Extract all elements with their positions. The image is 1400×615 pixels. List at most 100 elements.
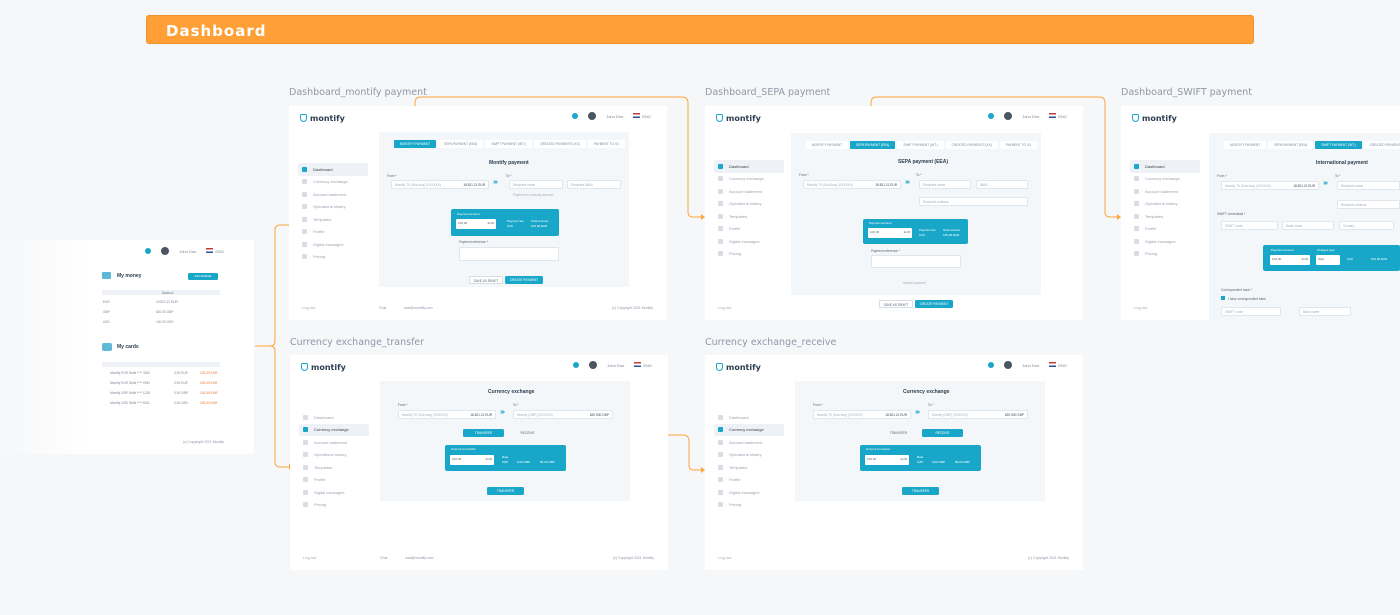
sidebar-item-exchange[interactable]: Currency exchange (714, 423, 784, 436)
transfer-button[interactable]: TRANSFER (902, 487, 939, 495)
tab-created[interactable]: CREATED PAYMENTS (XX) (1363, 141, 1400, 149)
receive-tab[interactable]: RECEIVE (922, 429, 963, 437)
sidebar-item-messages[interactable]: Digital messages (298, 238, 368, 251)
avatar[interactable] (588, 112, 597, 120)
reference-field[interactable] (459, 247, 559, 261)
recent-hint[interactable]: Payment to recently account (513, 193, 553, 197)
recipient-iban-field[interactable]: Recipient IBAN (567, 180, 621, 189)
lang-selector[interactable]: ENG (1049, 362, 1067, 368)
amount-input[interactable]: 100,00 EUR (1270, 255, 1310, 265)
sidebar-item-messages[interactable]: Digital messages (714, 486, 784, 499)
sidebar-item-pricing[interactable]: Pricing (714, 248, 784, 261)
sidebar-item-messages[interactable]: Digital messages (299, 486, 369, 499)
exchange-button[interactable]: EXCHANGE (188, 273, 218, 280)
logout-button[interactable]: Log out (303, 555, 316, 560)
chat-link[interactable]: Chat (380, 556, 387, 560)
bell-icon[interactable] (988, 362, 995, 368)
sidebar-item-templates[interactable]: Templates (298, 213, 368, 226)
user-name[interactable]: John Doe (607, 363, 624, 368)
to-account-select[interactable]: Montify (GBP) (XXXXXX) 820.530 GBP (928, 410, 1028, 419)
amount-input[interactable]: 100,00 EUR (456, 219, 496, 229)
bell-icon[interactable] (572, 113, 579, 119)
bell-icon[interactable] (573, 362, 580, 368)
tab-payment-to[interactable]: PAYMENT TO XX (999, 141, 1038, 149)
corr-bank-field[interactable]: Bank name (1299, 307, 1351, 316)
tab-swift[interactable]: SWIFT PAYMENT (INT.) (485, 140, 532, 148)
tab-sepa[interactable]: SEPA PAYMENT (EEA) (850, 141, 896, 149)
sidebar-item-statement[interactable]: Account statement (298, 188, 368, 201)
country-select[interactable]: Country (1339, 221, 1394, 230)
create-payment-button[interactable]: CREATE PAYMENT (915, 300, 953, 308)
sidebar-item-history[interactable]: Operations history (1130, 198, 1200, 211)
sidebar-item-dashboard[interactable]: Dashboard (299, 411, 369, 424)
avatar[interactable] (1004, 112, 1013, 120)
sidebar-item-profile[interactable]: Profile (1130, 223, 1200, 236)
sidebar-item-statement[interactable]: Account statement (714, 185, 784, 198)
sidebar-item-statement[interactable]: Account statement (714, 436, 784, 449)
sidebar-item-pricing[interactable]: Pricing (299, 499, 369, 512)
receive-tab[interactable]: RECEIVE (507, 429, 548, 437)
sidebar-item-exchange[interactable]: Currency exchange (298, 176, 368, 189)
recipient-name-field[interactable]: Recipient name (919, 180, 971, 189)
corr-swift-field[interactable]: SWIFT code (1221, 307, 1281, 316)
sidebar-item-exchange[interactable]: Currency exchange (1130, 173, 1200, 186)
avatar[interactable] (1004, 361, 1013, 369)
save-draft-button[interactable]: SAVE AS DRAFT (879, 300, 913, 308)
transfer-tab[interactable]: TRANSFER (463, 429, 504, 437)
sidebar-item-statement[interactable]: Account statement (1130, 185, 1200, 198)
bell-icon[interactable] (988, 113, 995, 119)
correspondent-checkbox[interactable]: I have correspondent bank (1221, 296, 1266, 301)
sidebar-item-profile[interactable]: Profile (714, 474, 784, 487)
sidebar-item-messages[interactable]: Digital messages (1130, 235, 1200, 248)
sidebar-item-pricing[interactable]: Pricing (298, 251, 368, 264)
tab-montify[interactable]: MONTIFY PAYMENT (394, 140, 437, 148)
email-link[interactable]: mail@montify.com (405, 556, 434, 560)
tab-payment-to[interactable]: PAYMENT TO XX (587, 140, 626, 148)
sidebar-item-dashboard[interactable]: Dashboard (714, 160, 784, 173)
sidebar-item-exchange[interactable]: Currency exchange (714, 173, 784, 186)
chat-link[interactable]: Chat (379, 306, 386, 310)
recipient-address-field[interactable]: Recipient address (1337, 200, 1400, 209)
avatar[interactable] (589, 361, 598, 369)
sidebar-item-history[interactable]: Operations history (714, 198, 784, 211)
sidebar-item-dashboard[interactable]: Dashboard (1130, 160, 1200, 173)
user-name[interactable]: John Doe (1022, 114, 1039, 119)
iban-field[interactable]: IBAN (976, 180, 1028, 189)
sidebar-item-templates[interactable]: Templates (714, 210, 784, 223)
instant-checkbox[interactable]: Instant payment (903, 281, 926, 285)
sidebar-item-pricing[interactable]: Pricing (714, 499, 784, 512)
transfer-button[interactable]: TRANSFER (487, 487, 524, 495)
lang-selector[interactable]: ENG (634, 362, 652, 368)
amount-input[interactable]: 100,00 EUR (868, 228, 912, 238)
sidebar-item-dashboard[interactable]: Dashboard (714, 411, 784, 424)
logout-button[interactable]: Log out (302, 305, 315, 310)
sidebar-item-messages[interactable]: Digital messages (714, 235, 784, 248)
sidebar-item-dashboard[interactable]: Dashboard (298, 163, 368, 176)
tab-montify[interactable]: MONTIFY PAYMENT (806, 141, 849, 149)
from-account-select[interactable]: Montify TX (Sub Acq) (XXXXXX) 18 821.21 … (1221, 181, 1319, 190)
sidebar-item-templates[interactable]: Templates (1130, 210, 1200, 223)
sidebar-item-templates[interactable]: Templates (299, 461, 369, 474)
logout-button[interactable]: Log out (718, 555, 731, 560)
save-draft-button[interactable]: SAVE AS DRAFT (469, 276, 503, 284)
user-name[interactable]: John Doe (1022, 363, 1039, 368)
tab-sepa[interactable]: SEPA PAYMENT (EEA) (1268, 141, 1314, 149)
amount-input[interactable]: 100,00 EUR (865, 455, 909, 465)
recipient-name-field[interactable]: Recipient name (1337, 181, 1400, 190)
logout-button[interactable]: Log out (1134, 305, 1147, 310)
email-link[interactable]: mail@montify.com (404, 306, 433, 310)
logout-button[interactable]: Log out (718, 305, 731, 310)
sidebar-item-pricing[interactable]: Pricing (1130, 248, 1200, 261)
swift-code-field[interactable]: SWIFT code (1221, 221, 1278, 230)
from-account-select[interactable]: Montify TX (Sub Acq) (XXXXXX) 18 821.21 … (398, 410, 496, 419)
sidebar-item-exchange[interactable]: Currency exchange (299, 423, 369, 436)
recipient-address-field[interactable]: Recipient address (919, 197, 1028, 206)
from-account-select[interactable]: Montify TX (Sub Acq) (XXXXXX) 18 821.21 … (803, 180, 901, 189)
charges-select[interactable]: SHA (1316, 255, 1340, 265)
sidebar-item-history[interactable]: Operations history (714, 449, 784, 462)
sidebar-item-profile[interactable]: Profile (714, 223, 784, 236)
tab-created[interactable]: CREATED PAYMENTS (XX) (533, 140, 586, 148)
amount-input[interactable]: 100,00 EUR (450, 455, 494, 465)
user-name[interactable]: John Doe (606, 114, 623, 119)
recipient-name-field[interactable]: Recipient name (509, 180, 563, 189)
